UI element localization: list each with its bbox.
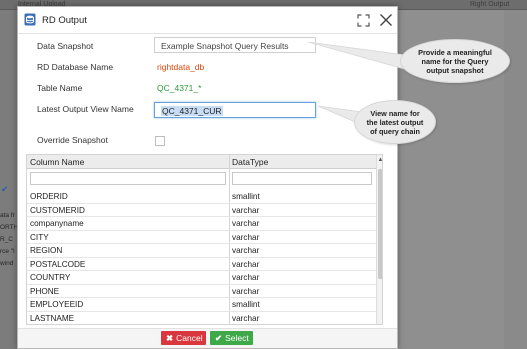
snapshot-callout-text: Provide a meaningful name for the Query … xyxy=(418,47,492,75)
snapshot-name-callout: Provide a meaningful name for the Query … xyxy=(400,39,510,83)
snapshot-callout-pointer xyxy=(307,41,413,71)
view-callout-text: View name for the latest output of query… xyxy=(366,108,424,136)
view-name-callout: View name for the latest output of query… xyxy=(354,100,436,144)
